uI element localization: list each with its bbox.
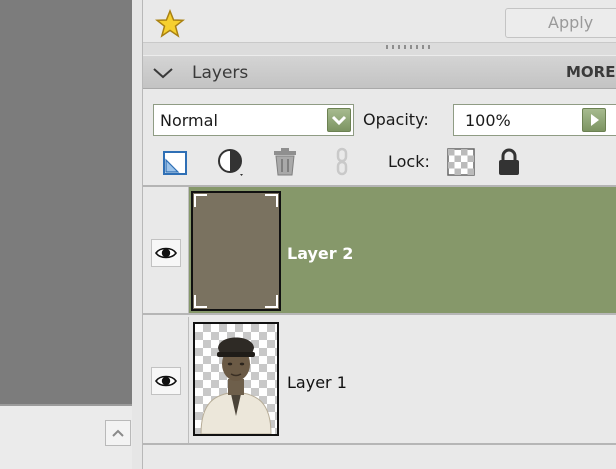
opacity-label: Opacity:: [363, 110, 429, 129]
document-canvas-area: [0, 0, 132, 404]
blend-mode-select[interactable]: Normal: [153, 104, 354, 136]
opacity-value: 100%: [465, 111, 511, 130]
opacity-field[interactable]: 100%: [453, 104, 616, 136]
panel-resize-grip[interactable]: [143, 42, 616, 55]
adjustment-layer-icon[interactable]: [216, 147, 246, 177]
trash-icon[interactable]: [270, 147, 300, 177]
collapse-triangle-icon[interactable]: [151, 66, 175, 80]
apply-button[interactable]: Apply: [505, 8, 616, 38]
star-icon[interactable]: [155, 9, 185, 39]
grip-dots: [386, 45, 432, 49]
layer-thumbnail[interactable]: [191, 191, 281, 311]
new-layer-icon[interactable]: [160, 148, 190, 178]
selection-corner-marks: [194, 194, 278, 308]
visibility-column: [143, 317, 189, 443]
visibility-column: [143, 187, 189, 313]
scroll-up-icon: [112, 429, 124, 437]
layer-name[interactable]: Layer 1: [287, 373, 347, 392]
layer-row-selected[interactable]: Layer 2: [143, 187, 616, 315]
apply-label: Apply: [548, 13, 594, 32]
portrait-image: [200, 337, 272, 434]
blend-mode-value: Normal: [160, 111, 218, 130]
scroll-up-button[interactable]: [105, 420, 131, 446]
layer-row[interactable]: Layer 1: [143, 317, 616, 445]
eye-icon: [155, 247, 177, 259]
blend-dropdown-button[interactable]: [327, 108, 351, 132]
lock-label: Lock:: [388, 152, 430, 171]
visibility-toggle[interactable]: [151, 239, 181, 267]
layers-panel-header[interactable]: Layers MORE: [143, 55, 616, 89]
visibility-toggle[interactable]: [151, 367, 181, 395]
play-arrow-icon: [591, 114, 599, 126]
layer-name[interactable]: Layer 2: [287, 244, 353, 263]
more-button[interactable]: MORE: [566, 63, 615, 81]
eye-icon: [155, 375, 177, 387]
opacity-slider-button[interactable]: [582, 108, 606, 132]
lock-transparency-icon[interactable]: [446, 147, 476, 177]
link-icon: [336, 147, 348, 176]
dropdown-arrow-icon: [331, 115, 347, 126]
lock-all-icon[interactable]: [494, 147, 524, 177]
layer-thumbnail[interactable]: [193, 322, 279, 436]
panel-gutter: [132, 0, 142, 469]
panel-title: Layers: [192, 63, 249, 83]
